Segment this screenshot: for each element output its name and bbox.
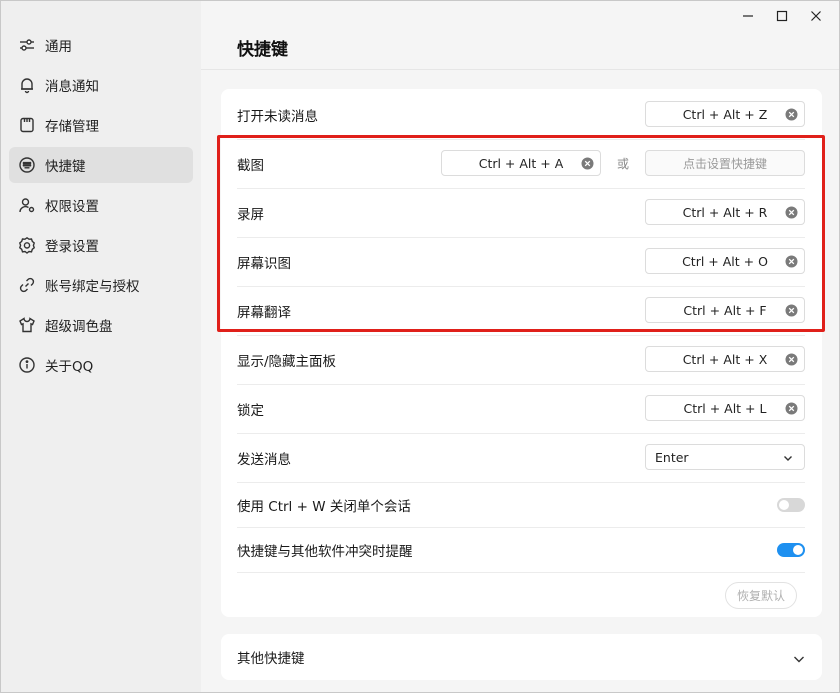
row-divider [237,572,805,573]
sidebar-item-notifications[interactable]: 消息通知 [9,67,193,103]
shortcut-input-screen-recognize[interactable]: Ctrl + Alt + O [645,248,805,274]
clear-icon[interactable] [581,157,594,170]
shortcut-label: 录屏 [237,206,264,223]
send-message-value: Enter [655,449,689,465]
shortcut-label: 显示/隐藏主面板 [237,353,337,370]
toggle-knob [779,500,789,510]
toggle-row-ctrl-w: 使用 Ctrl + W 关闭单个会话 [237,482,805,527]
sidebar-item-about[interactable]: 关于QQ [9,347,193,383]
chevron-down-icon [792,652,806,666]
shortcut-input-screen-translate[interactable]: Ctrl + Alt + F [645,297,805,323]
shortcut-input-lock[interactable]: Ctrl + Alt + L [645,395,805,421]
shortcut-label: 屏幕翻译 [237,304,291,321]
toggle-label: 快捷键与其他软件冲突时提醒 [237,543,413,560]
sidebar-item-label: 通用 [45,39,72,55]
shortcut-value: Ctrl + Alt + L [683,400,767,416]
other-shortcuts-section[interactable]: 其他快捷键 [221,634,822,680]
sidebar-item-label: 快捷键 [45,159,86,175]
sidebar-item-label: 消息通知 [45,79,99,95]
tshirt-icon [18,316,36,334]
ctrl-w-close-toggle[interactable] [777,498,805,512]
sidebar-item-label: 关于QQ [45,359,94,375]
window-controls [731,5,833,27]
restore-defaults-button[interactable]: 恢复默认 [725,582,797,609]
sidebar-item-label: 权限设置 [45,199,99,215]
sidebar-item-login[interactable]: 登录设置 [9,227,193,263]
chevron-down-icon [782,452,794,464]
toggle-knob [793,545,803,555]
clear-icon[interactable] [785,255,798,268]
shortcut-value: Ctrl + Alt + Z [682,106,768,122]
sidebar-item-permissions[interactable]: 权限设置 [9,187,193,223]
shortcuts-card: 打开未读消息 Ctrl + Alt + Z 截图 Ctrl + Alt + A … [221,89,822,617]
gear-icon [18,236,36,254]
storage-icon [18,116,36,134]
shortcut-label: 屏幕识图 [237,255,291,272]
info-icon [18,356,36,374]
bell-icon [18,76,36,94]
toggle-row-conflict-alert: 快捷键与其他软件冲突时提醒 [237,527,805,572]
send-message-label: 发送消息 [237,451,291,468]
shortcut-input-screenshot-alt[interactable]: 点击设置快捷键 [645,150,805,176]
shortcut-value: Ctrl + Alt + X [682,351,768,367]
conflict-alert-toggle[interactable] [777,543,805,557]
close-icon[interactable] [799,5,833,27]
title-divider [201,69,839,70]
keyboard-icon [18,156,36,174]
shortcut-value: Ctrl + Alt + O [682,253,768,269]
settings-window: 通用 消息通知 存储管理 快捷键 权限设置 登录设置 账号绑定与授权 超级调色盘… [0,0,840,693]
shortcut-label: 锁定 [237,402,264,419]
sidebar-item-label: 登录设置 [45,239,99,255]
main-panel: 快捷键 打开未读消息 Ctrl + Alt + Z 截图 Ctrl + Alt … [201,1,839,692]
shortcut-value: Ctrl + Alt + R [682,204,768,220]
toggle-label: 使用 Ctrl + W 关闭单个会话 [237,498,411,515]
or-label: 或 [617,157,630,171]
shortcut-value: Ctrl + Alt + F [683,302,767,318]
shortcut-input-toggle-main-panel[interactable]: Ctrl + Alt + X [645,346,805,372]
sidebar-item-label: 账号绑定与授权 [45,279,140,295]
sidebar-item-general[interactable]: 通用 [9,27,193,63]
minimize-icon[interactable] [731,5,765,27]
sidebar-item-shortcuts[interactable]: 快捷键 [9,147,193,183]
clear-icon[interactable] [785,402,798,415]
shortcut-placeholder: 点击设置快捷键 [682,156,767,171]
other-shortcuts-label: 其他快捷键 [237,651,305,667]
sidebar-item-label: 存储管理 [45,119,99,135]
sidebar-item-storage[interactable]: 存储管理 [9,107,193,143]
sliders-icon [18,36,36,54]
shortcut-input-open-unread[interactable]: Ctrl + Alt + Z [645,101,805,127]
link-icon [18,276,36,294]
page-title: 快捷键 [237,40,288,60]
shortcut-input-screenshot[interactable]: Ctrl + Alt + A [441,150,601,176]
clear-icon[interactable] [785,353,798,366]
send-message-select[interactable]: Enter [645,444,805,470]
shortcut-value: Ctrl + Alt + A [478,155,564,171]
shortcut-label: 截图 [237,157,264,174]
sidebar: 通用 消息通知 存储管理 快捷键 权限设置 登录设置 账号绑定与授权 超级调色盘… [1,1,201,692]
sidebar-item-super-palette[interactable]: 超级调色盘 [9,307,193,343]
sidebar-item-label: 超级调色盘 [45,319,113,335]
shortcut-input-record[interactable]: Ctrl + Alt + R [645,199,805,225]
clear-icon[interactable] [785,206,798,219]
clear-icon[interactable] [785,108,798,121]
clear-icon[interactable] [785,304,798,317]
sidebar-item-account-binding[interactable]: 账号绑定与授权 [9,267,193,303]
maximize-icon[interactable] [765,5,799,27]
user-gear-icon [18,196,36,214]
shortcut-label: 打开未读消息 [237,108,318,125]
